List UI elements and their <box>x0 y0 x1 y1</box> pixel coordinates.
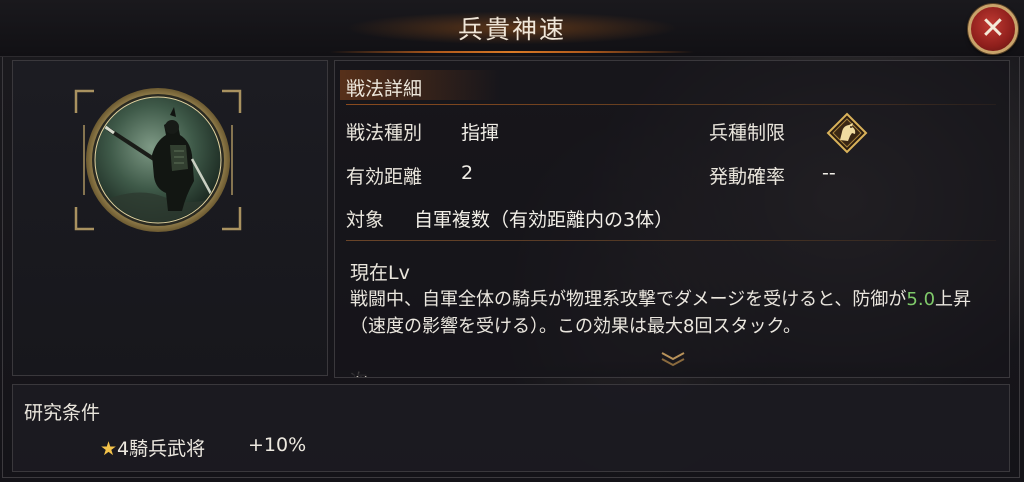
chevron-down-icon[interactable] <box>658 350 688 368</box>
section-divider <box>346 104 996 105</box>
research-condition-text: 4騎兵武将 <box>117 438 206 460</box>
star-icon: ★ <box>100 438 118 460</box>
research-condition-bonus: +10% <box>248 434 307 456</box>
skill-type-label: 戦法種別 <box>346 122 423 144</box>
current-level-label: 現在Lv <box>350 262 410 284</box>
range-value: 2 <box>461 162 474 184</box>
range-label: 有効距離 <box>346 166 423 188</box>
target-label: 対象 <box>346 209 385 231</box>
cavalry-warrior-portrait <box>74 88 242 232</box>
skill-type-value: 指揮 <box>461 122 500 144</box>
research-conditions-title: 研究条件 <box>24 402 101 424</box>
close-x-icon: ✕ <box>980 11 1006 46</box>
troop-restriction-label: 兵種制限 <box>709 122 786 144</box>
target-value: 自軍複数（有効距離内の3体） <box>414 209 674 231</box>
skill-portrait[interactable] <box>74 85 242 235</box>
effect-divider <box>346 240 996 241</box>
effect-text-part1: 戦闘中、自軍全体の騎兵が物理系攻撃でダメージを受けると、防御が <box>350 289 907 310</box>
activation-rate-value: -- <box>822 162 836 184</box>
dialog-title: 兵貴神速 <box>457 15 566 44</box>
effect-description: 戦闘中、自軍全体の騎兵が物理系攻撃でダメージを受けると、防御が5.0上昇（速度の… <box>350 286 990 340</box>
activation-rate-label: 発動確率 <box>709 166 786 188</box>
close-button[interactable]: ✕ <box>968 4 1018 54</box>
cavalry-horse-icon <box>826 112 868 154</box>
title-underline <box>330 51 694 53</box>
section-title: 戦法詳細 <box>346 78 423 100</box>
research-condition-item: ★4騎兵武将 <box>100 434 205 461</box>
effect-highlight-value: 5.0 <box>906 289 936 310</box>
